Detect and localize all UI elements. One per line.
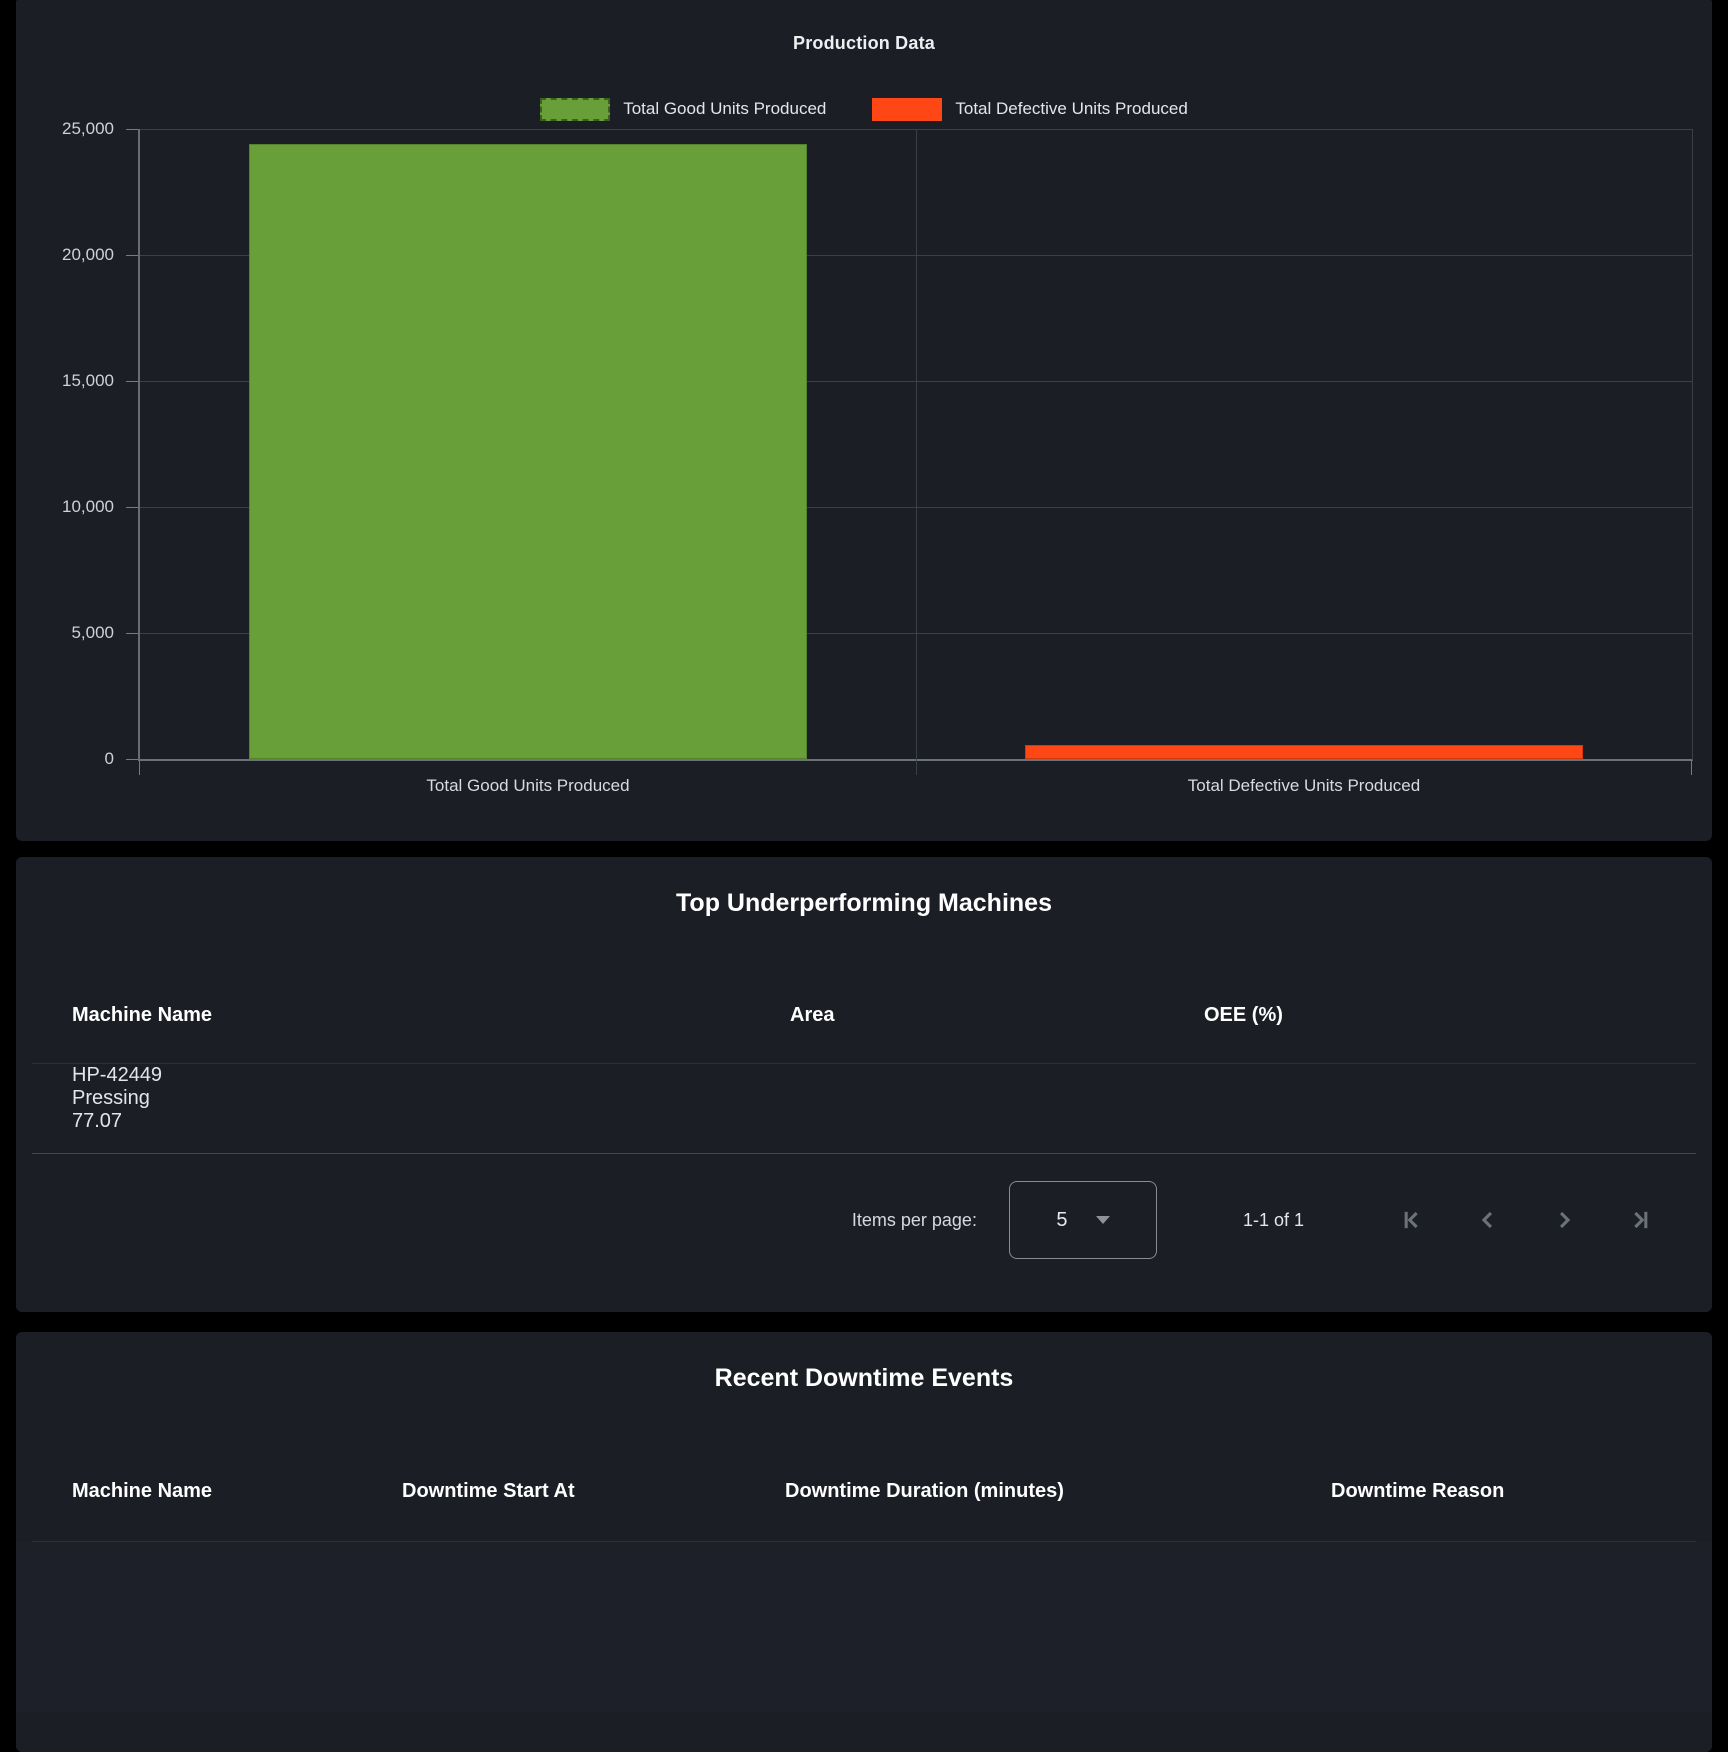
chart-legend: Total Good Units Produced Total Defective… — [16, 96, 1712, 122]
y-tick-mark — [126, 129, 138, 130]
y-tick-mark — [126, 633, 138, 634]
y-tick-label: 25,000 — [62, 119, 114, 139]
column-header: Downtime Start At — [402, 1480, 785, 1503]
bar-good-units[interactable] — [249, 144, 808, 759]
legend-label: Total Defective Units Produced — [955, 99, 1187, 119]
first-page-icon — [1398, 1206, 1426, 1234]
y-tick-label: 20,000 — [62, 245, 114, 265]
x-tick-mark — [1691, 761, 1692, 775]
downtime-events-card: Recent Downtime Events Machine NameDownt… — [16, 1332, 1712, 1752]
underperforming-card-title: Top Underperforming Machines — [16, 889, 1712, 918]
chart-title: Production Data — [16, 33, 1712, 54]
column-header: Machine Name — [72, 1480, 402, 1503]
plot-area: 05,00010,00015,00020,00025,000Total Good… — [138, 129, 1693, 761]
chevron-right-icon — [1550, 1206, 1578, 1234]
y-tick-mark — [126, 255, 138, 256]
production-chart-card: Production Data Total Good Units Produce… — [16, 0, 1712, 841]
column-header: OEE (%) — [1204, 1004, 1672, 1027]
x-category-label: Total Defective Units Produced — [1188, 776, 1420, 796]
caret-down-icon — [1096, 1216, 1110, 1224]
table-row: HP-42449Pressing77.07 — [72, 1064, 1672, 1133]
y-tick-label: 5,000 — [71, 623, 114, 643]
downtime-card-title: Recent Downtime Events — [16, 1364, 1712, 1393]
legend-label: Total Good Units Produced — [623, 99, 826, 119]
underperforming-machines-card: Top Underperforming Machines Machine Nam… — [16, 857, 1712, 1312]
y-tick-label: 0 — [105, 749, 114, 769]
y-tick-label: 15,000 — [62, 371, 114, 391]
table-cell: 77.07 — [72, 1110, 1672, 1133]
items-per-page-label: Items per page: — [852, 1210, 977, 1231]
table-cell: HP-42449 — [72, 1064, 1672, 1087]
legend-item[interactable]: Total Defective Units Produced — [872, 98, 1187, 121]
items-per-page-value: 5 — [1056, 1209, 1067, 1232]
column-header: Downtime Duration (minutes) — [785, 1480, 1331, 1503]
items-per-page-select[interactable]: 5 — [1009, 1181, 1157, 1259]
last-page-icon — [1626, 1206, 1654, 1234]
paginator-range-label: 1-1 of 1 — [1243, 1210, 1304, 1231]
column-header: Area — [790, 1004, 1204, 1027]
machines-table-body: HP-42449Pressing77.07 — [16, 1064, 1712, 1153]
column-header: Downtime Reason — [1331, 1480, 1672, 1503]
machines-table-header-row: Machine NameAreaOEE (%) — [72, 967, 1672, 1063]
x-gridline — [916, 129, 917, 775]
legend-item[interactable]: Total Good Units Produced — [540, 98, 826, 121]
previous-page-button[interactable] — [1472, 1204, 1504, 1236]
downtime-table-header-row: Machine NameDowntime Start AtDowntime Du… — [72, 1442, 1672, 1541]
chevron-left-icon — [1474, 1206, 1502, 1234]
column-header: Machine Name — [72, 1004, 790, 1027]
y-tick-mark — [126, 507, 138, 508]
table-cell: Pressing — [72, 1087, 1672, 1110]
legend-swatch-icon — [540, 98, 610, 121]
next-page-button[interactable] — [1548, 1204, 1580, 1236]
legend-swatch-icon — [872, 98, 942, 121]
table-paginator: Items per page: 5 1-1 of 1 — [32, 1153, 1696, 1287]
y-tick-label: 10,000 — [62, 497, 114, 517]
bar-defective-units[interactable] — [1025, 745, 1584, 759]
first-page-button[interactable] — [1396, 1204, 1428, 1236]
x-tick-mark — [139, 761, 140, 775]
y-tick-mark — [126, 759, 138, 760]
last-page-button[interactable] — [1624, 1204, 1656, 1236]
y-tick-mark — [126, 381, 138, 382]
x-category-label: Total Good Units Produced — [426, 776, 629, 796]
